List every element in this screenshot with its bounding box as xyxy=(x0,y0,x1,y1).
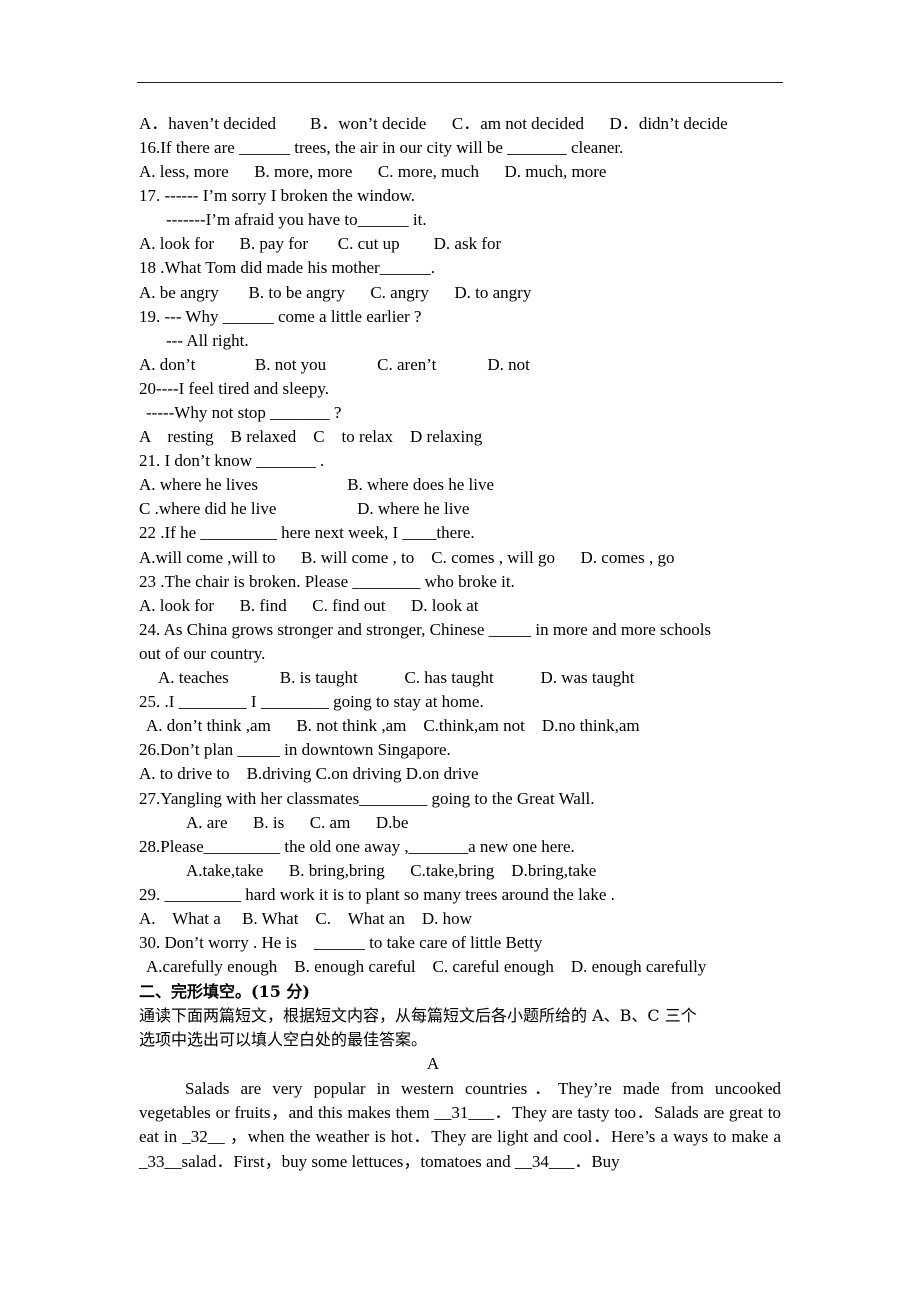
q25-stem: 25. .I ________ I ________ going to stay… xyxy=(139,692,484,711)
q24-stem: 24. As China grows stronger and stronger… xyxy=(139,620,712,639)
q20-stem: 20----I feel tired and sleepy. xyxy=(139,379,330,398)
q26-stem: 26.Don’t plan _____ in downtown Singapor… xyxy=(139,740,451,759)
q29-stem: 29. _________ hard work it is to plant s… xyxy=(139,885,615,904)
q16-options: A. less, more B. more, more C. more, muc… xyxy=(139,162,607,181)
header-divider xyxy=(137,82,783,83)
q16-stem: 16.If there are ______ trees, the air in… xyxy=(139,138,624,157)
q19-options: A. don’t B. not you C. aren’t D. not xyxy=(139,355,530,374)
passage-label: A xyxy=(426,1054,440,1073)
q25-options: A. don’t think ,am B. not think ,am C.th… xyxy=(146,716,640,735)
q19-stem-reply: --- All right. xyxy=(166,331,249,350)
section-instruction-2: 选项中选出可以填人空白处的最佳答案。 xyxy=(139,1030,428,1049)
q28-stem: 28.Please_________ the old one away ,___… xyxy=(139,837,575,856)
q30-stem: 30. Don’t worry . He is ______ to take c… xyxy=(139,933,543,952)
section-heading: 二、完形填空。(15 分) xyxy=(139,982,310,1001)
passage-a: Salads are very popular in western count… xyxy=(139,1077,781,1174)
q20-stem-reply: -----Why not stop _______ ? xyxy=(146,403,342,422)
q19-stem: 19. --- Why ______ come a little earlier… xyxy=(139,307,422,326)
q27-stem: 27.Yangling with her classmates________ … xyxy=(139,789,595,808)
q28-options: A.take,take B. bring,bring C.take,bring … xyxy=(186,861,597,880)
q17-stem: 17. ------ I’m sorry I broken the window… xyxy=(139,186,416,205)
q21-options-2: C .where did he live D. where he live xyxy=(139,499,470,518)
q15-options: A．haven’t decided B．won’t decide C．am no… xyxy=(139,114,728,133)
q21-options: A. where he lives B. where does he live xyxy=(139,475,495,494)
q22-options: A.will come ,will to B. will come , to C… xyxy=(139,548,675,567)
q17-options: A. look for B. pay for C. cut up D. ask … xyxy=(139,234,502,253)
q18-options: A. be angry B. to be angry C. angry D. t… xyxy=(139,283,532,302)
q23-options: A. look for B. find C. find out D. look … xyxy=(139,596,479,615)
q24-stem-cont: out of our country. xyxy=(139,644,266,663)
q20-options: A resting B relaxed C to relax D relaxin… xyxy=(139,427,483,446)
q24-options: A. teaches B. is taught C. has taught D.… xyxy=(158,668,635,687)
q26-options: A. to drive to B.driving C.on driving D.… xyxy=(139,764,479,783)
q17-stem-reply: -------I’m afraid you have to______ it. xyxy=(166,210,427,229)
q22-stem: 22 .If he _________ here next week, I __… xyxy=(139,523,475,542)
q18-stem: 18 .What Tom did made his mother______. xyxy=(139,258,435,277)
section-instruction-1: 通读下面两篇短文，根据短文内容，从每篇短文后各小题所给的 A、B、C 三个 xyxy=(139,1006,697,1025)
passage-a-text: Salads are very popular in western count… xyxy=(139,1079,781,1171)
q23-stem: 23 .The chair is broken. Please ________… xyxy=(139,572,515,591)
q27-options: A. are B. is C. am D.be xyxy=(186,813,409,832)
q30-options: A.carefully enough B. enough careful C. … xyxy=(146,957,707,976)
q21-stem: 21. I don’t know _______ . xyxy=(139,451,325,470)
q29-options: A. What a B. What C. What an D. how xyxy=(139,909,472,928)
